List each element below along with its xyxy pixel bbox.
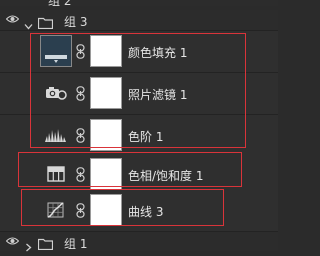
photo-filter-icon[interactable]	[44, 84, 68, 102]
group-label: 组 2	[48, 0, 72, 8]
eye-icon[interactable]	[6, 14, 19, 24]
layer-row-photo-filter[interactable]: 照片滤镜 1	[0, 73, 278, 114]
layer-row-color-fill[interactable]: 颜色填充 1	[0, 31, 278, 72]
folder-icon	[37, 235, 54, 251]
link-icon[interactable]	[76, 167, 85, 182]
link-icon[interactable]	[76, 86, 85, 101]
group-label: 组 3	[64, 15, 88, 29]
layer-name: 颜色填充 1	[128, 46, 188, 60]
curves-icon[interactable]	[44, 201, 68, 219]
layer-row-hue-saturation[interactable]: 色相/饱和度 1	[0, 154, 278, 195]
group-label: 组 1	[64, 237, 88, 251]
chevron-right-icon[interactable]	[24, 237, 33, 252]
layer-name: 色阶 1	[128, 130, 164, 144]
link-icon[interactable]	[76, 128, 85, 143]
levels-icon[interactable]	[44, 126, 68, 144]
layer-name: 曲线 3	[128, 205, 164, 219]
group-row-1[interactable]: 组 1	[0, 232, 278, 252]
group-row-3[interactable]: 组 3	[0, 10, 278, 30]
hue-saturation-icon[interactable]	[44, 165, 68, 183]
layer-mask-thumbnail[interactable]	[90, 77, 122, 109]
layer-mask-thumbnail[interactable]	[90, 158, 122, 190]
group-row-2[interactable]: 组 2	[0, 0, 278, 8]
link-icon[interactable]	[76, 44, 85, 59]
layer-name: 色相/饱和度 1	[128, 169, 204, 183]
layer-mask-thumbnail[interactable]	[90, 119, 122, 151]
link-icon[interactable]	[76, 203, 85, 218]
layer-row-curves[interactable]: 曲线 3	[0, 190, 278, 231]
layer-row-levels[interactable]: 色阶 1	[0, 115, 278, 156]
chevron-down-icon[interactable]	[24, 16, 33, 30]
folder-icon	[37, 14, 54, 30]
layer-mask-thumbnail[interactable]	[90, 194, 122, 226]
layer-name: 照片滤镜 1	[128, 88, 188, 102]
layer-mask-thumbnail[interactable]	[90, 35, 122, 67]
eye-icon[interactable]	[6, 236, 19, 246]
solid-color-thumbnail[interactable]	[40, 35, 72, 67]
